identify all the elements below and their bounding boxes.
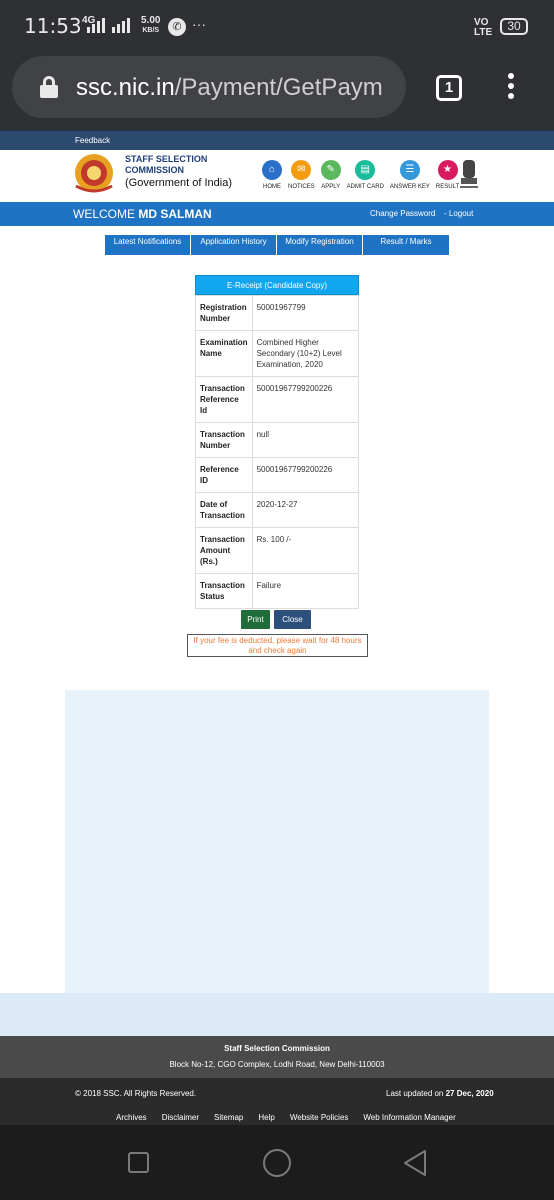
- footer-link-help[interactable]: Help: [258, 1113, 274, 1122]
- footer-links: Archives Disclaimer Sitemap Help Website…: [116, 1113, 471, 1122]
- logout-link[interactable]: - Logout: [444, 209, 473, 218]
- table-row: Registration Number 50001967799: [195, 295, 360, 331]
- recents-icon[interactable]: [128, 1152, 149, 1173]
- home-icon: ⌂: [262, 160, 282, 180]
- quick-nav: ⌂ HOME ✉ NOTICES ✎ APPLY ▤ ADMIT CARD ☰ …: [262, 160, 465, 190]
- copyright: © 2018 SSC. All Rights Reserved.: [75, 1089, 197, 1098]
- call-icon: ✆: [168, 18, 186, 36]
- welcome-bar: WELCOME MD SALMAN Change Password - Logo…: [0, 202, 554, 226]
- last-updated: Last updated on 27 Dec, 2020: [386, 1089, 494, 1098]
- table-row: Reference ID 500019677992002​26: [195, 457, 360, 493]
- browser-menu-icon[interactable]: [504, 73, 518, 103]
- tab-latest-notifications[interactable]: Latest Notifications: [105, 235, 191, 255]
- feedback-link[interactable]: Feedback: [75, 136, 110, 145]
- net-speed: 5.00 KB/S: [141, 15, 161, 35]
- apply-icon: ✎: [320, 160, 341, 180]
- notices-icon: ✉: [291, 160, 312, 180]
- battery-icon: 30: [500, 18, 528, 35]
- e-receipt: E-Receipt (Candidate Copy) Registration …: [195, 275, 360, 609]
- nav-apply[interactable]: ✎ APPLY: [320, 160, 341, 190]
- footer-link-disclaimer[interactable]: Disclaimer: [162, 1113, 199, 1122]
- answer-key-icon: ☰: [399, 160, 420, 180]
- top-strip: Feedback: [0, 130, 554, 150]
- org-subtitle: (Government of India): [125, 177, 232, 189]
- nav-admit-card[interactable]: ▤ ADMIT CARD: [347, 160, 384, 190]
- nav-home[interactable]: ⌂ HOME: [262, 160, 282, 190]
- footer-org: Staff Selection Commission: [224, 1044, 330, 1053]
- footer-address-text: Block No-12, CGO Complex, Lodhi Road, Ne…: [169, 1060, 385, 1069]
- tab-switcher-button[interactable]: 1: [436, 75, 462, 101]
- footer-bottom: © 2018 SSC. All Rights Reserved. Last up…: [0, 1078, 554, 1125]
- clock: 11:53: [24, 14, 82, 38]
- nav-result[interactable]: ★ RESULT: [436, 160, 459, 190]
- url-text[interactable]: ssc.nic.in/Payment/GetPaym: [76, 74, 402, 102]
- close-button[interactable]: Close: [274, 610, 311, 629]
- url-bar[interactable]: ssc.nic.in/Payment/GetPaym: [12, 56, 406, 118]
- content-placeholder: [65, 690, 489, 993]
- change-password-link[interactable]: Change Password: [370, 209, 435, 218]
- table-row: Transaction Number null: [195, 422, 360, 458]
- tab-application-history[interactable]: Application History: [191, 235, 277, 255]
- signal-icon: [87, 18, 105, 33]
- home-button-icon[interactable]: [263, 1149, 291, 1177]
- footer-link-sitemap[interactable]: Sitemap: [214, 1113, 243, 1122]
- ssc-logo-icon[interactable]: [70, 152, 118, 194]
- signal-icon-2: [112, 18, 130, 33]
- fee-notice: If your fee is deducted, please wait for…: [187, 634, 368, 657]
- back-icon[interactable]: [402, 1149, 428, 1177]
- org-name: STAFF SELECTION COMMISSION: [125, 154, 208, 175]
- main-tabs: Latest Notifications Application History…: [105, 235, 449, 255]
- tab-result-marks[interactable]: Result / Marks: [363, 235, 449, 255]
- browser-toolbar: ssc.nic.in/Payment/GetPaym 1: [0, 52, 554, 130]
- footer-address: Staff Selection Commission Block No-12, …: [0, 1036, 554, 1078]
- lower-band: [0, 993, 554, 1036]
- site-header: STAFF SELECTION COMMISSION (Government o…: [0, 150, 554, 202]
- table-row: Transaction Status Failure: [195, 573, 360, 609]
- lock-icon[interactable]: [40, 76, 58, 98]
- admit-card-icon: ▤: [355, 160, 376, 180]
- table-row: Examination Name Combined Higher Secondar…: [195, 330, 360, 377]
- nav-answer-key[interactable]: ☰ ANSWER KEY: [390, 160, 430, 190]
- receipt-title: E-Receipt (Candidate Copy): [195, 275, 359, 295]
- footer-link-archives[interactable]: Archives: [116, 1113, 147, 1122]
- print-button[interactable]: Print: [241, 610, 270, 629]
- action-buttons: Print Close: [241, 610, 311, 629]
- table-row: Transaction Amount (Rs.) Rs. 100 /-: [195, 527, 360, 574]
- footer-link-website-policies[interactable]: Website Policies: [290, 1113, 349, 1122]
- national-emblem-icon: [460, 160, 478, 188]
- table-row: Transaction Reference Id 500019677992002​…: [195, 376, 360, 423]
- tab-modify-registration[interactable]: Modify Registration: [277, 235, 363, 255]
- welcome-text: WELCOME MD SALMAN: [73, 207, 212, 221]
- nav-notices[interactable]: ✉ NOTICES: [288, 160, 315, 190]
- result-icon: ★: [437, 160, 458, 180]
- table-row: Date of Transaction 2020-12-27: [195, 492, 360, 528]
- footer-link-web-info-manager[interactable]: Web Information Manager: [363, 1113, 455, 1122]
- status-bar: 11:53 4G 5.00 KB/S ✆ ··· VO LTE 30: [0, 0, 554, 52]
- system-nav-bar: [0, 1125, 554, 1200]
- receipt-table: Registration Number 50001967799 Examinati…: [195, 295, 360, 609]
- volte-indicator: VO LTE: [474, 17, 493, 38]
- more-notifications-icon: ···: [192, 16, 206, 32]
